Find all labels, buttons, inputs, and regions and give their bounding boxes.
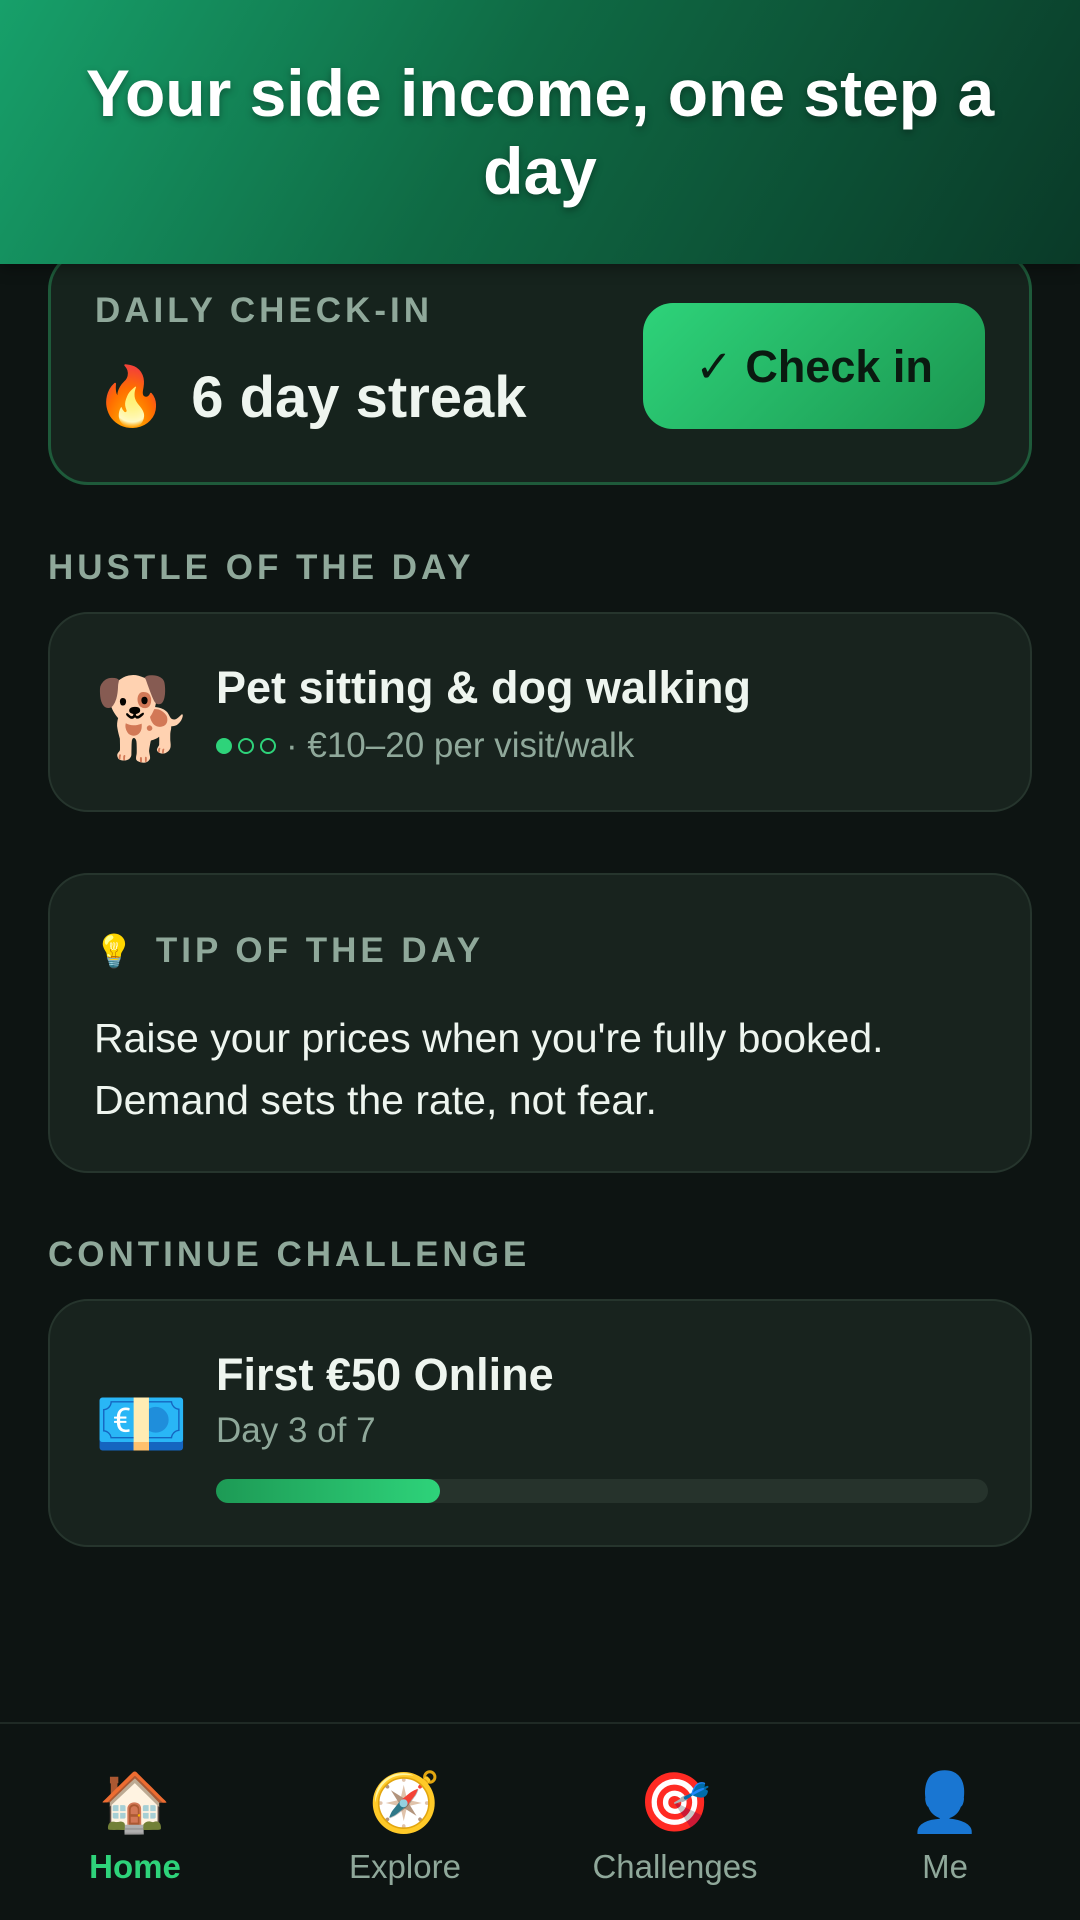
tab-me[interactable]: 👤 Me — [810, 1724, 1080, 1920]
bottom-tab-bar: 🏠 Home 🧭 Explore 🎯 Challenges 👤 Me — [0, 1722, 1080, 1920]
tip-text: Raise your prices when you're fully book… — [94, 1015, 884, 1123]
target-icon: 🎯 — [638, 1770, 712, 1835]
difficulty-dots — [216, 738, 276, 754]
fire-icon: 🔥 — [95, 364, 168, 429]
tab-challenges[interactable]: 🎯 Challenges — [540, 1724, 810, 1920]
app-header: Your side income, one step a day — [0, 0, 1080, 264]
money-icon: 💶 — [94, 1382, 189, 1467]
tab-label: Me — [922, 1848, 968, 1885]
tip-header: 💡 TIP OF THE DAY — [94, 931, 484, 971]
challenge-progress-text: Day 3 of 7 — [216, 1411, 376, 1450]
home-icon: 🏠 — [98, 1770, 172, 1835]
difficulty-dot — [238, 738, 254, 754]
user-icon: 👤 — [908, 1770, 982, 1835]
tip-card: 💡 TIP OF THE DAY Raise your prices when … — [48, 873, 1032, 1173]
streak-text: 6 day streak — [191, 364, 527, 430]
tab-home[interactable]: 🏠 Home — [0, 1724, 270, 1920]
tab-label: Challenges — [592, 1848, 758, 1885]
challenge-section-title: CONTINUE CHALLENGE — [48, 1235, 531, 1274]
hustle-card[interactable]: 🐕 Pet sitting & dog walking · €10–20 per… — [48, 612, 1032, 812]
checkin-label: DAILY CHECK-IN — [95, 291, 433, 330]
hustle-meta: · €10–20 per visit/walk — [216, 726, 634, 766]
difficulty-dot — [216, 738, 232, 754]
streak-display: 🔥 6 day streak — [95, 363, 527, 431]
compass-icon: 🧭 — [368, 1770, 442, 1835]
page-title: Your side income, one step a day — [85, 56, 995, 208]
tab-explore[interactable]: 🧭 Explore — [270, 1724, 540, 1920]
hustle-section-title: HUSTLE OF THE DAY — [48, 548, 475, 587]
lightbulb-icon: 💡 — [94, 933, 134, 969]
difficulty-dot — [260, 738, 276, 754]
tab-label: Explore — [349, 1848, 461, 1885]
challenge-card[interactable]: 💶 First €50 Online Day 3 of 7 — [48, 1299, 1032, 1547]
tab-label: Home — [89, 1848, 181, 1885]
tip-label: TIP OF THE DAY — [155, 931, 485, 970]
hustle-earnings: · €10–20 per visit/walk — [286, 726, 635, 765]
check-in-button[interactable]: ✓ Check in — [643, 303, 985, 429]
hustle-title: Pet sitting & dog walking — [216, 662, 752, 713]
daily-checkin-card: DAILY CHECK-IN 🔥 6 day streak ✓ Check in — [48, 250, 1032, 485]
challenge-progress-bar — [216, 1479, 988, 1503]
dog-icon: 🐕 — [94, 674, 194, 763]
challenge-title: First €50 Online — [216, 1349, 554, 1400]
challenge-progress-fill — [216, 1479, 440, 1503]
